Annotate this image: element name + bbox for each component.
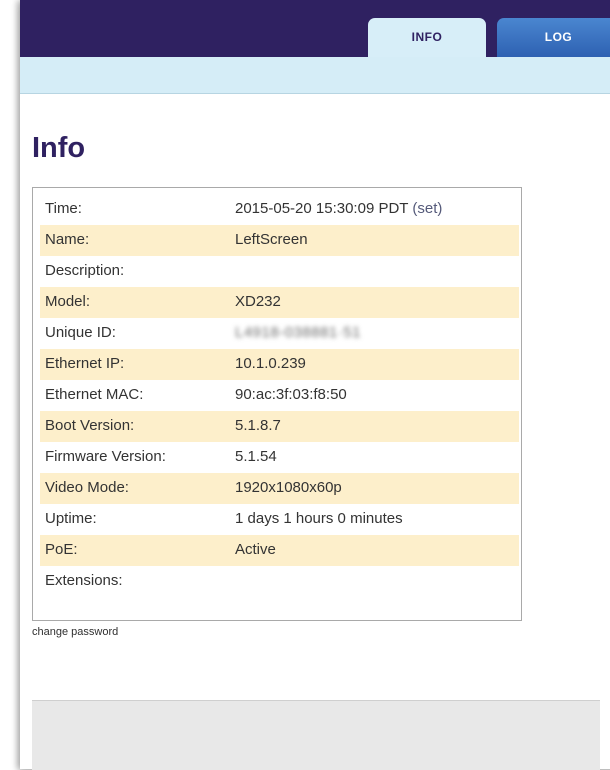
tab-log[interactable]: LOG: [497, 18, 610, 58]
table-row-unique-id: Unique ID: L4918-038881·51: [40, 318, 519, 349]
row-label: Extensions:: [45, 572, 123, 589]
row-label: Video Mode:: [45, 479, 129, 496]
table-row-poe: PoE: Active: [40, 535, 519, 566]
table-row-boot-version: Boot Version: 5.1.8.7: [40, 411, 519, 442]
table-row-firmware-version: Firmware Version: 5.1.54: [40, 442, 519, 473]
row-value: 10.1.0.239: [235, 355, 306, 372]
change-password-link[interactable]: change password: [32, 626, 118, 638]
top-header-bar: INFO LOG: [20, 0, 610, 58]
row-value: 5.1.54: [235, 448, 277, 465]
table-row-extensions: Extensions:: [40, 566, 519, 597]
row-label: PoE:: [45, 541, 78, 558]
sub-navigation-bar: [20, 57, 610, 94]
set-time-link[interactable]: (set): [412, 200, 442, 217]
table-row-ethernet-mac: Ethernet MAC: 90:ac:3f:03:f8:50: [40, 380, 519, 411]
table-row-name: Name: LeftScreen: [40, 225, 519, 256]
table-row-uptime: Uptime: 1 days 1 hours 0 minutes: [40, 504, 519, 535]
row-label: Model:: [45, 293, 91, 310]
row-label: Name:: [45, 231, 90, 248]
row-label: Time:: [45, 200, 82, 217]
table-row-video-mode: Video Mode: 1920x1080x60p: [40, 473, 519, 504]
table-row-time: Time: 2015-05-20 15:30:09 PDT (set): [40, 194, 519, 225]
info-table: Time: 2015-05-20 15:30:09 PDT (set) Name…: [40, 194, 520, 597]
row-value-redacted: L4918-038881·51: [235, 324, 361, 341]
row-value: 5.1.8.7: [235, 417, 281, 434]
row-label: Firmware Version:: [45, 448, 166, 465]
table-row-ethernet-ip: Ethernet IP: 10.1.0.239: [40, 349, 519, 380]
row-label: Uptime:: [45, 510, 97, 527]
row-label: Boot Version:: [45, 417, 135, 434]
row-label: Ethernet MAC:: [45, 386, 144, 403]
page-title: Info: [32, 132, 86, 164]
table-row-description: Description:: [40, 256, 519, 287]
row-label: Unique ID:: [45, 324, 116, 341]
row-label: Ethernet IP:: [45, 355, 125, 372]
footer-panel: [32, 700, 600, 770]
row-value: 1 days 1 hours 0 minutes: [235, 510, 403, 527]
row-label: Description:: [45, 262, 125, 279]
row-value: 1920x1080x60p: [235, 479, 342, 496]
row-value: Active: [235, 541, 276, 558]
table-row-model: Model: XD232: [40, 287, 519, 318]
row-value: LeftScreen: [235, 231, 308, 248]
tab-info[interactable]: INFO: [368, 18, 486, 57]
info-panel: Time: 2015-05-20 15:30:09 PDT (set) Name…: [32, 187, 522, 621]
row-value: 90:ac:3f:03:f8:50: [235, 386, 347, 403]
row-value: 2015-05-20 15:30:09 PDT (set): [235, 194, 442, 224]
time-value: 2015-05-20 15:30:09 PDT: [235, 200, 409, 217]
row-value: XD232: [235, 293, 281, 310]
